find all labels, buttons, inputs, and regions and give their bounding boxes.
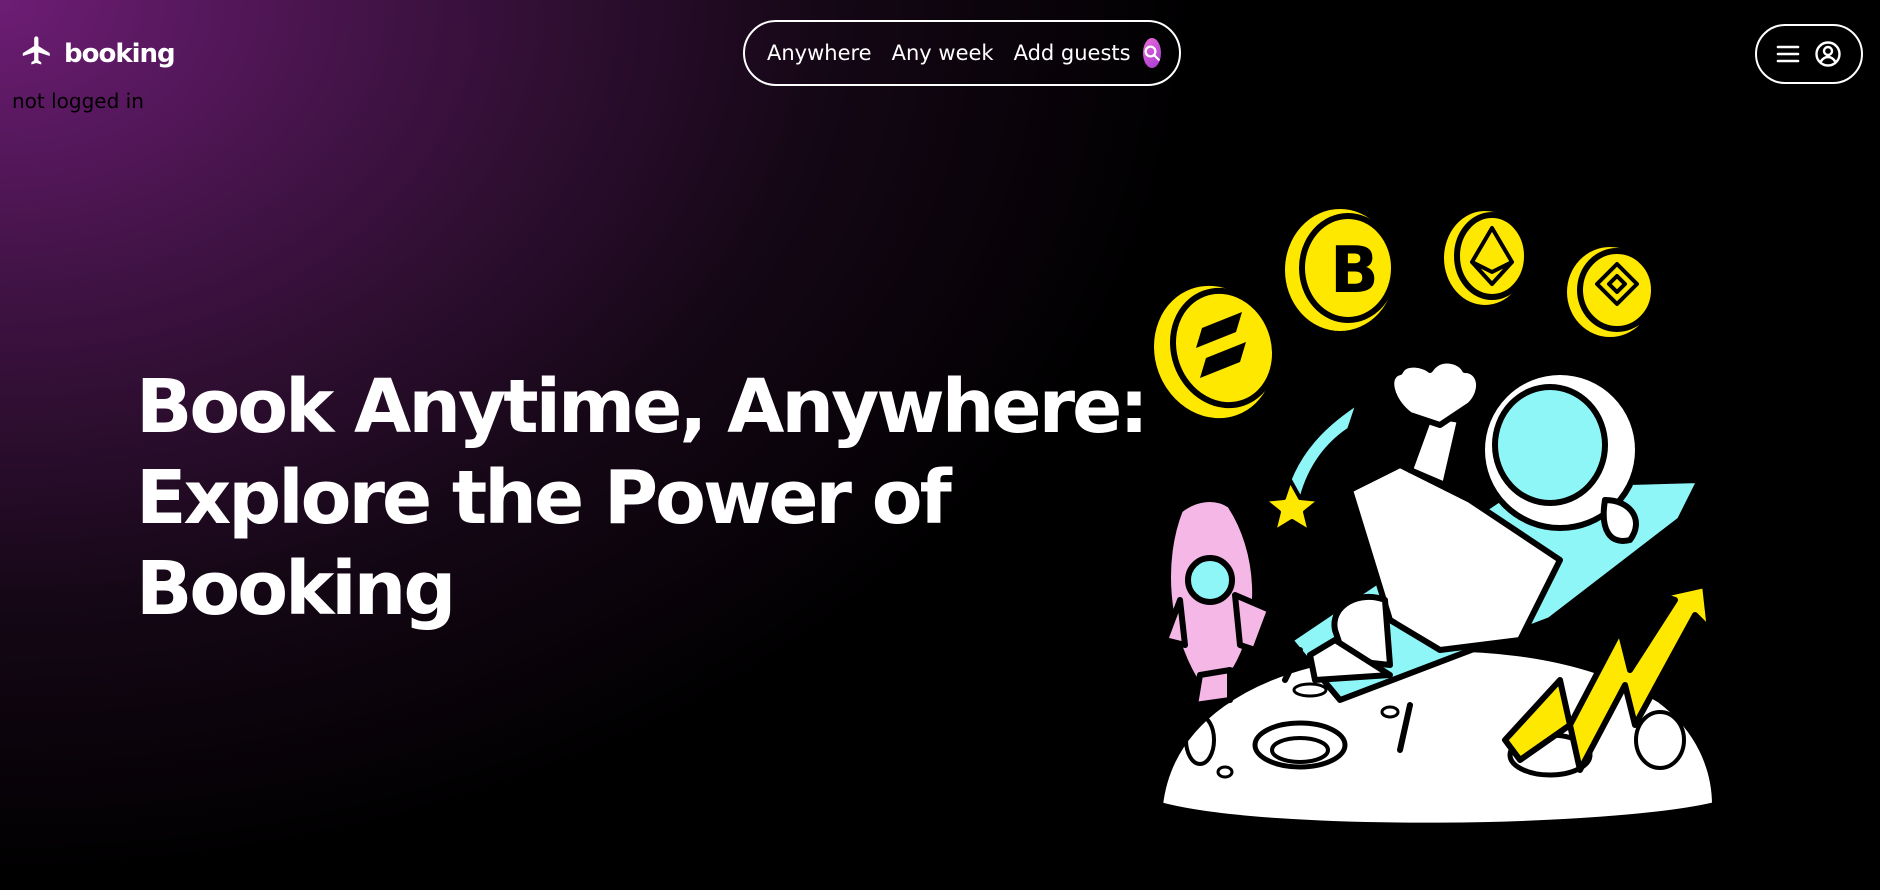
hero-heading-line: Explore the Power of bbox=[136, 455, 952, 541]
user-circle-icon bbox=[1815, 41, 1841, 67]
hero-heading: Book Anytime, Anywhere: Explore the Powe… bbox=[136, 362, 1149, 635]
hero-heading-line: Booking bbox=[136, 546, 456, 632]
search-icon bbox=[1144, 45, 1160, 61]
login-status-text: not logged in bbox=[12, 89, 144, 113]
hero-heading-line: Book Anytime, Anywhere: bbox=[136, 364, 1149, 450]
location-filter[interactable]: Anywhere bbox=[767, 41, 872, 65]
logo-text: booking bbox=[64, 38, 176, 69]
svg-text:B: B bbox=[1330, 234, 1379, 308]
guests-filter[interactable]: Add guests bbox=[1014, 41, 1131, 65]
astronaut-crypto-illustration: B bbox=[1148, 203, 1740, 829]
search-bar[interactable]: Anywhere Any week Add guests bbox=[743, 20, 1181, 86]
airplane-icon bbox=[20, 34, 54, 73]
logo-link[interactable]: booking bbox=[20, 34, 176, 73]
hamburger-menu-icon bbox=[1776, 45, 1800, 63]
search-button[interactable] bbox=[1142, 38, 1161, 68]
week-filter[interactable]: Any week bbox=[892, 41, 994, 65]
user-menu-button[interactable] bbox=[1755, 24, 1863, 84]
